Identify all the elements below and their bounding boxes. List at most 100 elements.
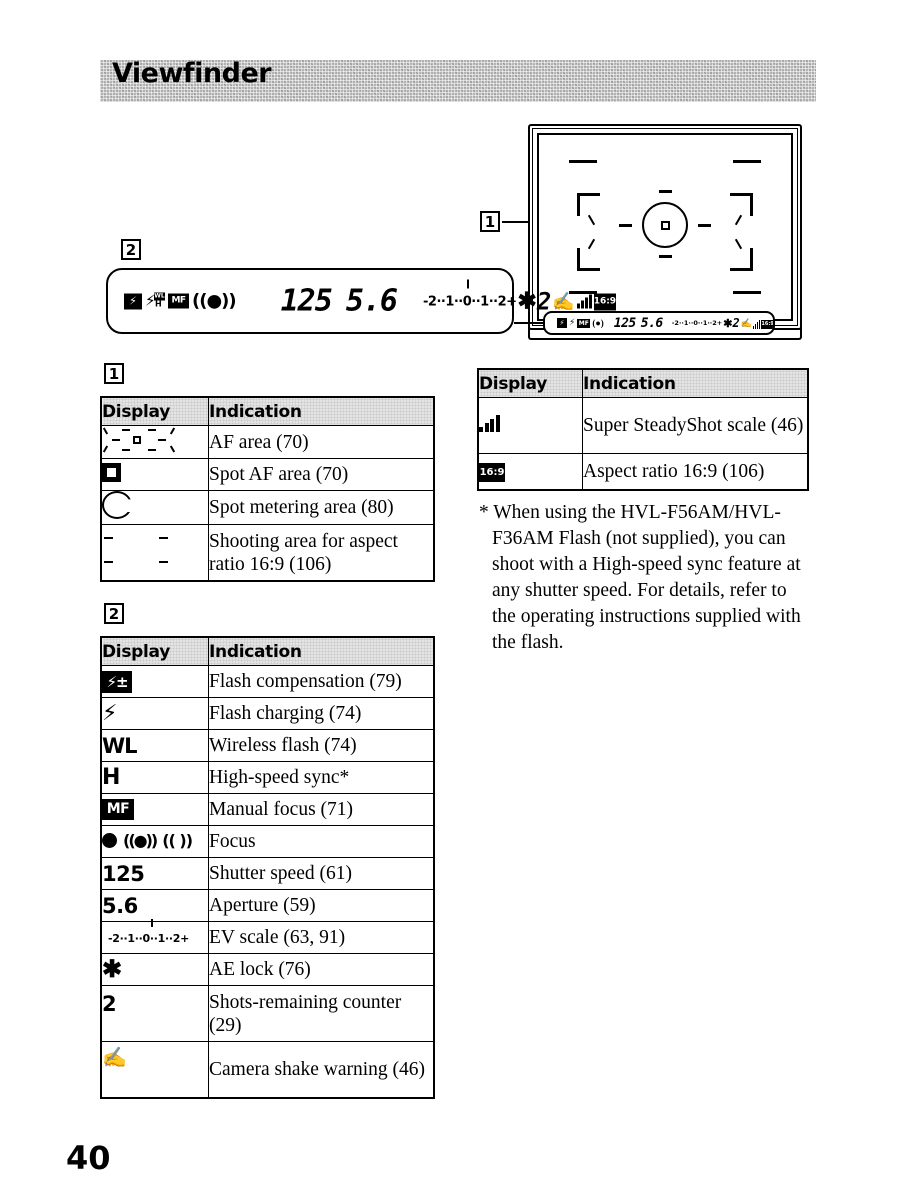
table-cell-indication: Flash charging (74) bbox=[208, 697, 434, 730]
lcd-right-icon-cluster: ✍ 16:9 bbox=[552, 291, 616, 311]
af-area-tick-top-right bbox=[734, 214, 743, 226]
column-header-display: Display bbox=[101, 637, 209, 666]
flash-charging-icon: ⚡ bbox=[101, 697, 209, 730]
focus-indicator-icon: (●) bbox=[592, 318, 604, 328]
table-row: ✱ AE lock (76) bbox=[101, 953, 434, 986]
af-area-dash-top bbox=[658, 190, 672, 193]
high-speed-sync-icon: H bbox=[101, 761, 209, 794]
aperture-value: 5.6 bbox=[101, 889, 209, 922]
focus-indicator-icon: ((●)) bbox=[192, 290, 237, 312]
wireless-flash-icon: WL bbox=[101, 729, 209, 762]
table-cell-indication: Aspect ratio 16:9 (106) bbox=[582, 453, 808, 490]
table-header-row: Display Indication bbox=[478, 369, 808, 398]
af-area-dash-right bbox=[698, 224, 711, 227]
table-cell-indication: EV scale (63, 91) bbox=[208, 921, 434, 954]
manual-page: Viewfinder ⚡ ⚡ MF (●) 125 5.6 -2··1··0··… bbox=[0, 0, 918, 1188]
aspect-ratio-16-9-icon: 16:9 bbox=[478, 453, 583, 490]
table-cell-indication: Camera shake warning (46) bbox=[208, 1041, 434, 1098]
shots-remaining-value: 2 bbox=[101, 985, 209, 1042]
table-row: Spot metering area (80) bbox=[101, 490, 434, 525]
table-row: 2 Shots-remaining counter (29) bbox=[101, 985, 434, 1042]
af-area-bracket-top-right bbox=[730, 193, 753, 216]
flash-compensation-icon: ⚡ bbox=[557, 318, 567, 328]
table-header-row: Display Indication bbox=[101, 637, 434, 666]
ae-lock-icon: ✱ bbox=[101, 953, 209, 986]
aspect-ratio-16-9-icon: 16:9 bbox=[593, 293, 616, 310]
camera-shake-warning-icon: ✍ bbox=[552, 291, 575, 311]
table-row: Spot AF area (70) bbox=[101, 458, 434, 491]
page-number: 40 bbox=[66, 1139, 111, 1177]
aspect-ratio-16-9-mark-top-left bbox=[569, 160, 597, 163]
table-cell-indication: Spot AF area (70) bbox=[208, 458, 434, 491]
page-title: Viewfinder bbox=[112, 58, 272, 89]
focus-indicator-icon: ((●)) (( )) bbox=[101, 825, 209, 858]
flash-compensation-icon: ⚡ bbox=[124, 293, 142, 309]
table-row: Super SteadyShot scale (46) bbox=[478, 397, 808, 454]
column-header-indication: Indication bbox=[208, 637, 434, 666]
table-row: WL Wireless flash (74) bbox=[101, 729, 434, 762]
af-area-bracket-bottom-left bbox=[577, 248, 600, 271]
table-cell-indication: Spot metering area (80) bbox=[208, 490, 434, 525]
spot-af-area-square bbox=[660, 221, 670, 230]
aspect-ratio-16-9-mark-bottom-right bbox=[733, 291, 761, 294]
aspect-ratio-16-9-mark-top-right bbox=[733, 160, 761, 163]
manual-focus-icon: MF bbox=[101, 793, 209, 826]
table-cell-indication: Flash compensation (79) bbox=[208, 665, 434, 698]
camera-shake-warning-icon: ✍ bbox=[101, 1041, 209, 1098]
table-row: ⚡ Flash charging (74) bbox=[101, 697, 434, 730]
table-row: AF area (70) bbox=[101, 425, 434, 459]
table-cell-indication: Wireless flash (74) bbox=[208, 729, 434, 762]
lcd-ev-scale-small: -2··1··0··1··2+ bbox=[671, 319, 723, 327]
callout-marker-2: 2 bbox=[121, 239, 141, 260]
spot-af-area-icon bbox=[101, 458, 209, 491]
callout-marker-1: 1 bbox=[480, 211, 500, 232]
column-header-indication: Indication bbox=[582, 369, 808, 398]
table-one-label: 1 bbox=[104, 363, 124, 384]
flash-charging-icon: ⚡ bbox=[569, 318, 576, 328]
spot-metering-area-icon bbox=[101, 490, 209, 525]
table-cell-indication: Focus bbox=[208, 825, 434, 858]
table-row: MF Manual focus (71) bbox=[101, 793, 434, 826]
flash-charging-wireless-highspeed-icon: ⚡ WL H bbox=[145, 291, 165, 310]
shutter-speed-value: 125 bbox=[101, 857, 209, 890]
aspect-ratio-16-9-icon: 16:9 bbox=[761, 319, 774, 329]
table-cell-indication: AE lock (76) bbox=[208, 953, 434, 986]
column-header-display: Display bbox=[478, 369, 583, 398]
table-row: 16:9 Aspect ratio 16:9 (106) bbox=[478, 453, 808, 490]
table-cell-indication: Super SteadyShot scale (46) bbox=[582, 397, 808, 454]
lcd-ev-scale: -2··1··0··1··2+ bbox=[423, 279, 517, 310]
lcd-right-icons-small: ✍ 16:9 bbox=[741, 318, 774, 329]
viewfinder-lcd-strip: ⚡ ⚡ MF (●) 125 5.6 -2··1··0··1··2+ ✱ 2 ✍… bbox=[543, 311, 775, 335]
super-steadyshot-scale-icon bbox=[478, 397, 583, 454]
flash-compensation-icon: ⚡± bbox=[101, 665, 209, 698]
table-cell-indication: Aperture (59) bbox=[208, 889, 434, 922]
table-row: ✍ Camera shake warning (46) bbox=[101, 1041, 434, 1098]
lcd-shutter-speed: 125 bbox=[280, 283, 333, 319]
af-area-dash-left bbox=[619, 224, 632, 227]
callout-leader-2 bbox=[514, 322, 544, 324]
table-two-label: 2 bbox=[104, 603, 124, 624]
table-cell-indication: Shutter speed (61) bbox=[208, 857, 434, 890]
table-row: H High-speed sync* bbox=[101, 761, 434, 794]
lcd-shots-remaining: 2 bbox=[536, 287, 552, 315]
af-area-tick-top-left bbox=[587, 214, 596, 226]
table-cell-indication: Shots-remaining counter (29) bbox=[208, 985, 434, 1042]
ev-scale-index-mark bbox=[467, 279, 469, 288]
callout-leader-1 bbox=[502, 221, 530, 223]
table-row: Shooting area for aspect ratio 16:9 (106… bbox=[101, 524, 434, 581]
af-area-dash-bottom bbox=[658, 255, 672, 258]
af-area-icon bbox=[101, 425, 209, 459]
table-row: -2··1··0··1··2+ EV scale (63, 91) bbox=[101, 918, 434, 954]
table-row: ((●)) (( )) Focus bbox=[101, 825, 434, 858]
lcd-display-panel: ⚡ ⚡ WL H MF ((●)) 125 5.6 -2··1··0··1··2… bbox=[106, 268, 616, 334]
super-steadyshot-scale-icon bbox=[752, 319, 761, 329]
table-cell-indication: Shooting area for aspect ratio 16:9 (106… bbox=[208, 524, 434, 581]
lcd-shutter-speed-small: 125 bbox=[613, 315, 636, 331]
footnote-high-speed-sync: * When using the HVL-F56AM/HVL-F36AM Fla… bbox=[479, 502, 801, 653]
manual-focus-icon: MF bbox=[577, 318, 591, 328]
af-area-bracket-bottom-right bbox=[730, 248, 753, 271]
ev-scale-icon: -2··1··0··1··2+ bbox=[101, 918, 209, 954]
af-area-bracket-top-left bbox=[577, 193, 600, 216]
shooting-area-16-9-icon bbox=[101, 524, 209, 581]
column-header-display: Display bbox=[101, 397, 209, 426]
